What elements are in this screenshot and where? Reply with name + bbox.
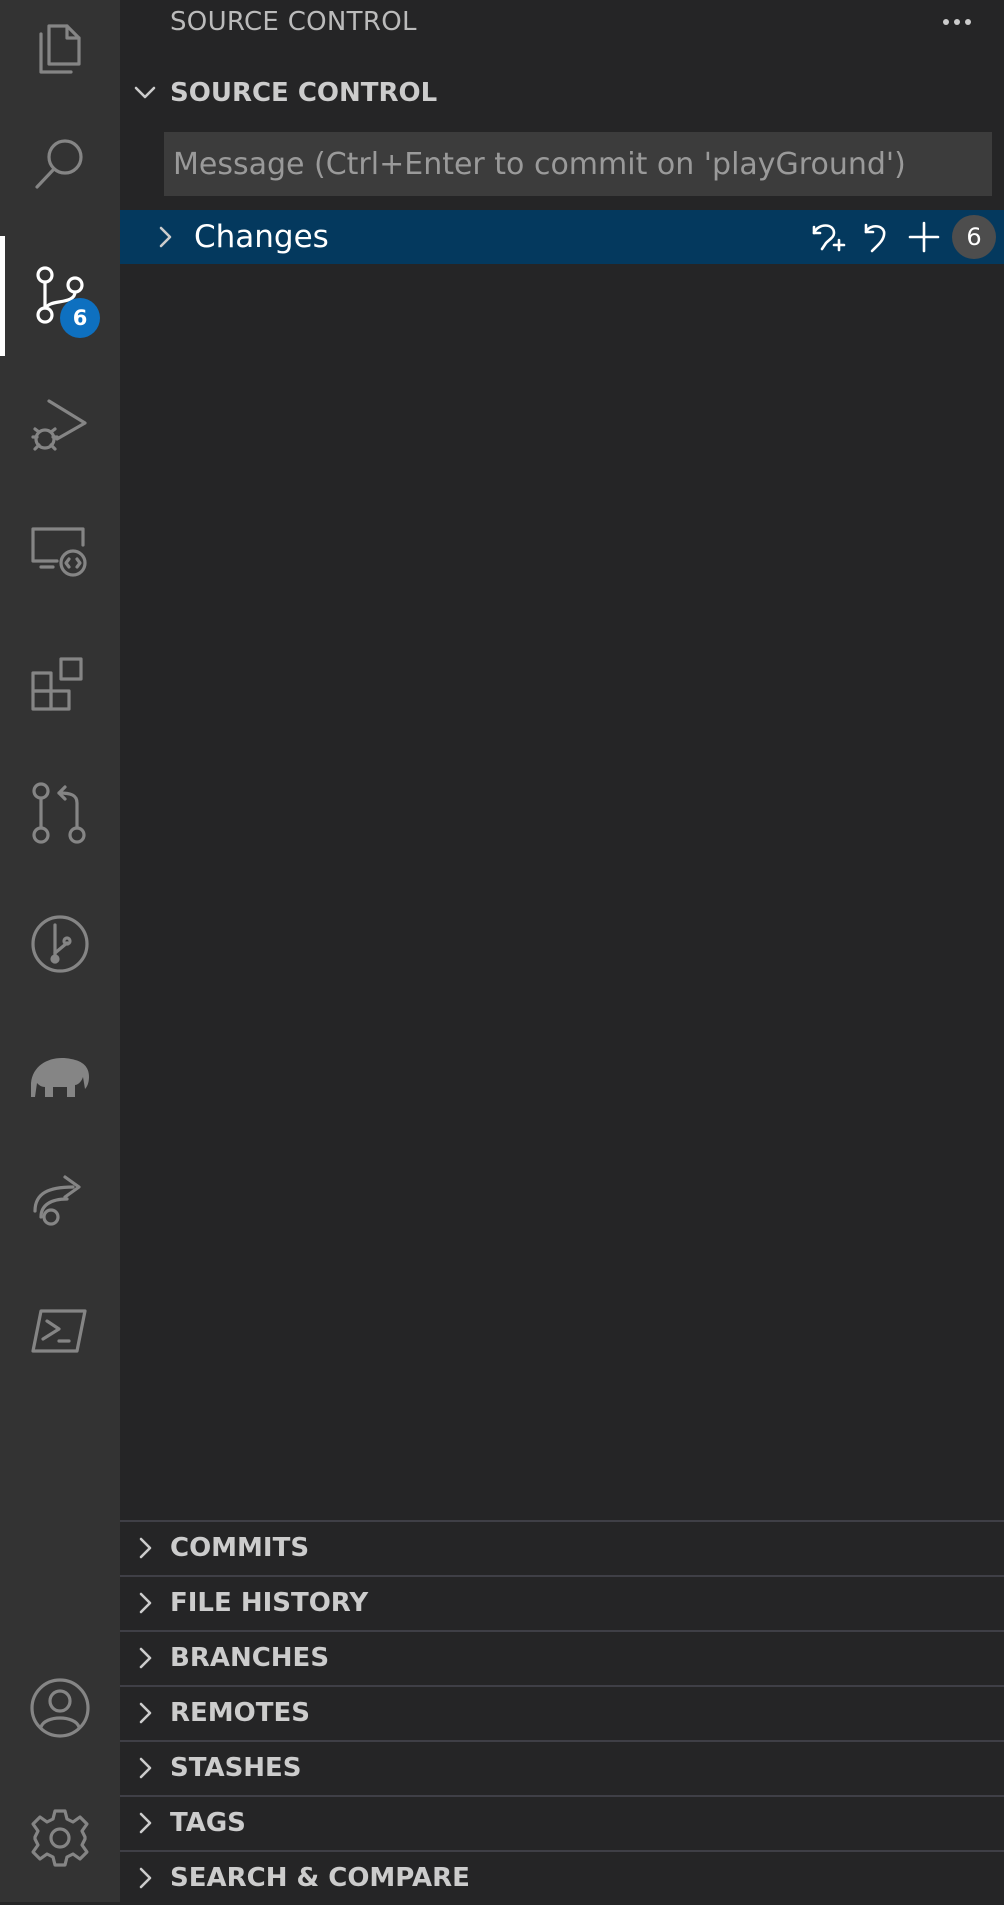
pane-label: FILE HISTORY [170, 1588, 369, 1618]
pane-branches[interactable]: BRANCHES [120, 1630, 1004, 1684]
pane-label: REMOTES [170, 1698, 310, 1728]
source-control-section-header[interactable]: SOURCE CONTROL [120, 66, 1004, 120]
pane-remotes[interactable]: REMOTES [120, 1685, 1004, 1739]
powershell-button[interactable] [0, 1272, 120, 1392]
chevron-right-icon [120, 1851, 170, 1905]
accounts-button[interactable] [0, 1648, 120, 1768]
settings-gear-icon [31, 1809, 89, 1867]
files-icon [39, 24, 81, 74]
run-debug-button[interactable] [0, 366, 120, 486]
plus-icon [908, 221, 940, 253]
extensions-button[interactable] [0, 624, 120, 744]
remote-explorer-button[interactable] [0, 494, 120, 614]
pane-label: BRANCHES [170, 1643, 330, 1673]
pull-requests-button[interactable] [0, 754, 120, 874]
changes-group-row[interactable]: Changes 6 [120, 210, 1004, 264]
pull-requests-icon [32, 782, 86, 844]
gradle-icon [31, 1058, 89, 1097]
stage-all-changes-button[interactable] [900, 210, 948, 264]
search-button[interactable] [0, 104, 120, 224]
chevron-right-icon [120, 1521, 170, 1575]
powershell-icon [31, 1309, 87, 1353]
activity-bar: 6 [0, 0, 120, 1902]
discard-and-stage-button[interactable] [804, 210, 852, 264]
run-debug-icon [31, 399, 87, 451]
chevron-right-icon [120, 1686, 170, 1740]
changes-label: Changes [194, 219, 329, 255]
chevron-right-icon [120, 1741, 170, 1795]
section-title: SOURCE CONTROL [170, 78, 438, 108]
pane-stashes[interactable]: STASHES [120, 1740, 1004, 1794]
source-control-badge: 6 [60, 298, 100, 338]
pane-label: SEARCH & COMPARE [170, 1863, 470, 1893]
sidebar-title: SOURCE CONTROL [170, 7, 417, 37]
pane-search-compare[interactable]: SEARCH & COMPARE [120, 1850, 1004, 1904]
manage-button[interactable] [0, 1778, 120, 1898]
changes-count-badge: 6 [952, 215, 996, 259]
chevron-right-icon [140, 210, 190, 264]
pane-commits[interactable]: COMMITS [120, 1520, 1004, 1574]
gradle-button[interactable] [0, 1012, 120, 1132]
live-share-icon [33, 1175, 81, 1226]
pane-label: STASHES [170, 1753, 302, 1783]
explorer-button[interactable] [0, 0, 120, 120]
more-dots-icon [943, 19, 949, 25]
pane-label: TAGS [170, 1808, 246, 1838]
pane-tags[interactable]: TAGS [120, 1795, 1004, 1849]
chevron-right-icon [120, 1796, 170, 1850]
changes-actions: 6 [804, 210, 996, 264]
discard-all-changes-button[interactable] [852, 210, 900, 264]
chevron-down-icon [120, 66, 170, 120]
chevron-right-icon [120, 1576, 170, 1630]
more-actions-button[interactable] [932, 0, 982, 44]
live-share-button[interactable] [0, 1142, 120, 1262]
commit-message-input[interactable] [164, 132, 992, 196]
source-control-button[interactable]: 6 [0, 236, 120, 356]
discard-stage-icon [812, 224, 846, 252]
pane-label: COMMITS [170, 1533, 310, 1563]
search-icon [35, 139, 83, 189]
discard-icon [864, 223, 886, 253]
extensions-icon [31, 657, 83, 711]
git-graph-icon [31, 915, 89, 973]
source-control-sidebar: SOURCE CONTROL SOURCE CONTROL Changes [120, 0, 1004, 1902]
accounts-icon [30, 1678, 90, 1738]
chevron-right-icon [120, 1631, 170, 1685]
pane-file-history[interactable]: FILE HISTORY [120, 1575, 1004, 1629]
remote-explorer-icon [31, 527, 87, 577]
git-graph-button[interactable] [0, 884, 120, 1004]
